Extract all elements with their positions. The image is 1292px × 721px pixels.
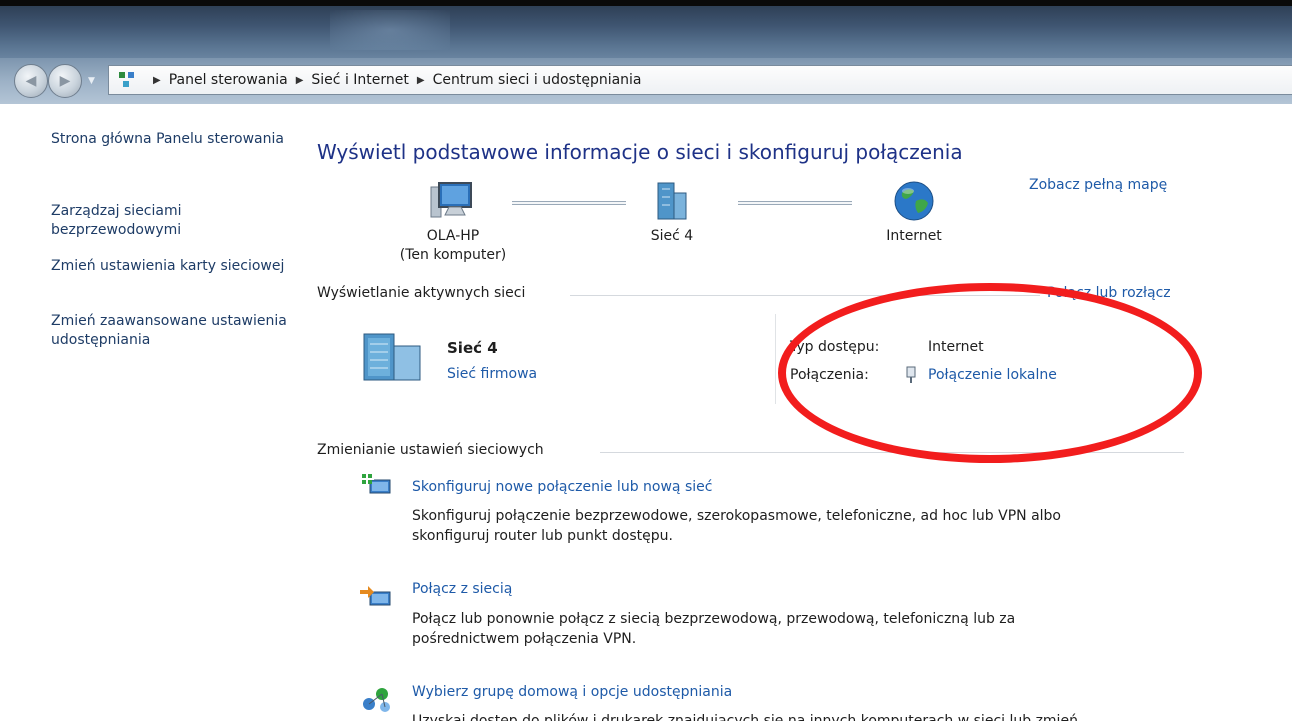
back-arrow-icon: ◀ [25, 73, 37, 89]
forward-button[interactable]: ▶ [48, 64, 82, 98]
recent-pages-dropdown-icon[interactable]: ▼ [88, 76, 95, 86]
sidebar: Strona główna Panelu sterowania Zarządza… [0, 104, 300, 721]
access-type-label: Typ dostępu: [790, 339, 880, 355]
ethernet-plug-icon [906, 366, 916, 383]
connect-to-network-link[interactable]: Połącz z siecią [412, 581, 512, 597]
navigation-bar: ◀ ▶ ▼ ▶ Panel sterowania ▶ Sieć i Intern… [0, 58, 1292, 104]
active-networks-heading: Wyświetlanie aktywnych sieci [317, 285, 526, 301]
change-settings-heading: Zmienianie ustawień sieciowych [317, 442, 544, 458]
computer-name: OLA-HP [426, 228, 480, 244]
map-connector-line [738, 201, 852, 205]
window-title-bar [0, 0, 1292, 62]
sidebar-item-control-panel-home[interactable]: Strona główna Panelu sterowania [51, 130, 291, 149]
map-connector-line [512, 201, 626, 205]
chevron-right-icon[interactable]: ▶ [153, 75, 161, 86]
connect-to-network-description: Połącz lub ponownie połącz z siecią bezp… [412, 611, 1016, 647]
local-connection-link[interactable]: Połączenie lokalne [928, 367, 1057, 383]
active-network-name: Sieć 4 [447, 339, 498, 357]
breadcrumb-network-internet[interactable]: Sieć i Internet [311, 72, 408, 88]
page-title: Wyświetl podstawowe informacje o sieci i… [317, 140, 963, 164]
vertical-divider [775, 314, 776, 404]
access-type-value: Internet [928, 339, 984, 355]
address-bar[interactable]: ▶ Panel sterowania ▶ Sieć i Internet ▶ C… [108, 65, 1292, 95]
chevron-right-icon[interactable]: ▶ [296, 75, 304, 86]
forward-arrow-icon: ▶ [59, 73, 71, 89]
computer-icon [430, 182, 472, 218]
homegroup-sharing-link[interactable]: Wybierz grupę domową i opcje udostępnian… [412, 684, 732, 700]
sidebar-item-manage-wireless[interactable]: Zarządzaj sieciami bezprzewodowymi [51, 202, 291, 240]
connect-network-icon [360, 586, 391, 606]
map-node-computer[interactable]: OLA-HP (Ten komputer) [378, 179, 528, 265]
main-content: Wyświetl podstawowe informacje o sieci i… [300, 104, 1292, 721]
network-building-icon [363, 333, 421, 381]
chevron-right-icon[interactable]: ▶ [417, 75, 425, 86]
map-node-network[interactable]: Sieć 4 [622, 179, 722, 246]
homegroup-sharing-description: Uzyskaj dostęp do plików i drukarek znaj… [412, 713, 1078, 721]
network-name: Sieć 4 [650, 228, 694, 244]
breadcrumb-network-center[interactable]: Centrum sieci i udostępniania [433, 72, 642, 88]
connect-disconnect-link[interactable]: Połącz lub rozłącz [1047, 285, 1171, 301]
network-center-icon [117, 70, 137, 90]
internet-label: Internet [886, 228, 942, 244]
new-connection-icon [360, 472, 391, 494]
setup-new-connection-description: Skonfiguruj połączenie bezprzewodowe, sz… [412, 508, 1061, 544]
map-node-internet[interactable]: Internet [864, 179, 964, 246]
computer-subtitle: (Ten komputer) [399, 247, 507, 263]
connections-label: Połączenia: [790, 367, 869, 383]
setup-new-connection-link[interactable]: Skonfiguruj nowe połączenie lub nową sie… [412, 479, 712, 495]
sidebar-item-adapter-settings[interactable]: Zmień ustawienia karty sieciowej [51, 257, 291, 276]
breadcrumb-control-panel[interactable]: Panel sterowania [169, 72, 288, 88]
network-type-link[interactable]: Sieć firmowa [447, 366, 537, 382]
section-divider [570, 295, 1040, 296]
building-network-icon [657, 182, 687, 220]
homegroup-icon [363, 688, 390, 712]
back-button[interactable]: ◀ [14, 64, 48, 98]
section-divider [600, 452, 1184, 453]
sidebar-item-advanced-sharing[interactable]: Zmień zaawansowane ustawienia udostępnia… [51, 312, 291, 350]
globe-icon [894, 181, 934, 221]
see-full-map-link[interactable]: Zobacz pełną mapę [1029, 177, 1167, 193]
